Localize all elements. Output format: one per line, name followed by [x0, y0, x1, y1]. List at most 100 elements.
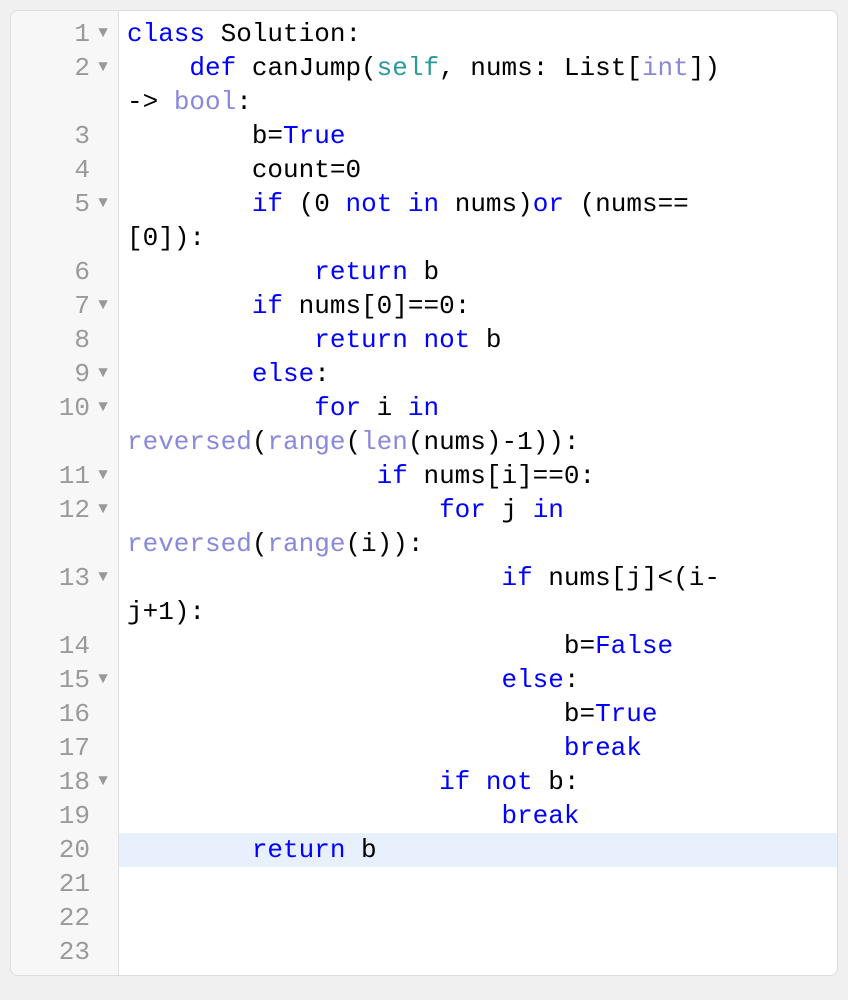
code-line[interactable] — [119, 935, 837, 969]
token-def — [330, 189, 346, 219]
fold-icon[interactable]: ▼ — [94, 390, 112, 424]
token-kw: in — [408, 393, 439, 423]
token-def: (i)): — [345, 529, 423, 559]
token-kw: return — [314, 257, 408, 287]
token-kw: False — [595, 631, 673, 661]
token-def: : — [236, 87, 252, 117]
gutter-row: 9▼ — [11, 357, 118, 391]
line-number: 2 — [74, 51, 90, 85]
code-line[interactable] — [119, 901, 837, 935]
token-def: nums[j]<(i- — [533, 563, 720, 593]
token-def: 0 — [564, 461, 580, 491]
token-def — [127, 767, 439, 797]
token-kw: for — [314, 393, 361, 423]
code-line[interactable]: count=0 — [119, 153, 837, 187]
token-def: b — [345, 835, 376, 865]
token-def — [127, 189, 252, 219]
line-number: 23 — [59, 935, 90, 969]
gutter-wrap-row — [11, 595, 118, 629]
token-def: )): — [533, 427, 580, 457]
fold-icon[interactable]: ▼ — [94, 764, 112, 798]
fold-icon[interactable]: ▼ — [94, 16, 112, 50]
gutter-row: 23 — [11, 935, 118, 969]
line-number: 1 — [74, 17, 90, 51]
line-number: 6 — [74, 255, 90, 289]
token-builtin: reversed — [127, 529, 252, 559]
token-def: nums) — [439, 189, 533, 219]
code-line[interactable]: def canJump(self, nums: List[int]) — [119, 51, 837, 85]
token-def — [127, 325, 314, 355]
gutter-row: 18▼ — [11, 765, 118, 799]
token-def: nums[ — [283, 291, 377, 321]
code-line[interactable]: -> bool: — [119, 85, 837, 119]
token-def — [127, 495, 439, 525]
code-line[interactable]: for i in — [119, 391, 837, 425]
gutter-row: 17 — [11, 731, 118, 765]
token-def — [127, 563, 501, 593]
token-def: -> — [127, 87, 174, 117]
code-line[interactable]: if nums[0]==0: — [119, 289, 837, 323]
code-line[interactable]: class Solution: — [119, 17, 837, 51]
code-line[interactable]: if (0 not in nums)or (nums== — [119, 187, 837, 221]
token-kw: for — [439, 495, 486, 525]
fold-icon[interactable]: ▼ — [94, 50, 112, 84]
code-line[interactable]: j+1): — [119, 595, 837, 629]
gutter-wrap-row — [11, 527, 118, 561]
token-kw: if — [439, 767, 470, 797]
code-line[interactable]: return not b — [119, 323, 837, 357]
gutter-row: 15▼ — [11, 663, 118, 697]
fold-icon[interactable]: ▼ — [94, 288, 112, 322]
code-line[interactable]: else: — [119, 357, 837, 391]
token-kw: class — [127, 19, 205, 49]
token-def: canJump( — [236, 53, 376, 83]
token-def: ]== — [392, 291, 439, 321]
token-builtin: reversed — [127, 427, 252, 457]
token-def: 0 — [143, 223, 159, 253]
code-line[interactable]: reversed(range(len(nums)-1)): — [119, 425, 837, 459]
token-def: 0 — [314, 189, 330, 219]
gutter-row: 6 — [11, 255, 118, 289]
token-def: i — [361, 393, 408, 423]
code-line[interactable]: reversed(range(i)): — [119, 527, 837, 561]
code-line[interactable]: return b — [119, 833, 837, 867]
fold-icon[interactable]: ▼ — [94, 356, 112, 390]
token-self: self — [377, 53, 439, 83]
code-line[interactable]: b=False — [119, 629, 837, 663]
code-line[interactable]: else: — [119, 663, 837, 697]
token-def — [127, 461, 377, 491]
fold-icon[interactable]: ▼ — [94, 662, 112, 696]
token-type: int — [642, 53, 689, 83]
code-line[interactable]: b=True — [119, 697, 837, 731]
code-line[interactable]: break — [119, 731, 837, 765]
code-line[interactable]: if not b: — [119, 765, 837, 799]
gutter-row: 21 — [11, 867, 118, 901]
token-def: ]): — [158, 223, 205, 253]
token-builtin: len — [361, 427, 408, 457]
token-def: : — [455, 291, 471, 321]
code-line[interactable]: [0]): — [119, 221, 837, 255]
fold-icon[interactable]: ▼ — [94, 458, 112, 492]
token-def: b — [470, 325, 501, 355]
code-line[interactable]: b=True — [119, 119, 837, 153]
token-def — [392, 189, 408, 219]
code-editor[interactable]: 1▼2▼345▼67▼89▼10▼11▼12▼13▼1415▼161718▼19… — [10, 10, 838, 976]
token-kw: or — [533, 189, 564, 219]
line-number: 7 — [74, 289, 90, 323]
token-def: count= — [127, 155, 345, 185]
token-kw: return — [252, 835, 346, 865]
fold-icon[interactable]: ▼ — [94, 560, 112, 594]
code-line[interactable]: for j in — [119, 493, 837, 527]
line-number: 14 — [59, 629, 90, 663]
code-line[interactable]: if nums[j]<(i- — [119, 561, 837, 595]
fold-icon[interactable]: ▼ — [94, 186, 112, 220]
token-kw: else — [501, 665, 563, 695]
line-number: 17 — [59, 731, 90, 765]
code-line[interactable] — [119, 867, 837, 901]
code-line[interactable]: return b — [119, 255, 837, 289]
code-line[interactable]: break — [119, 799, 837, 833]
code-line[interactable]: if nums[i]==0: — [119, 459, 837, 493]
line-number: 16 — [59, 697, 90, 731]
token-kw: def — [189, 53, 236, 83]
fold-icon[interactable]: ▼ — [94, 492, 112, 526]
code-area[interactable]: class Solution: def canJump(self, nums: … — [119, 11, 837, 975]
